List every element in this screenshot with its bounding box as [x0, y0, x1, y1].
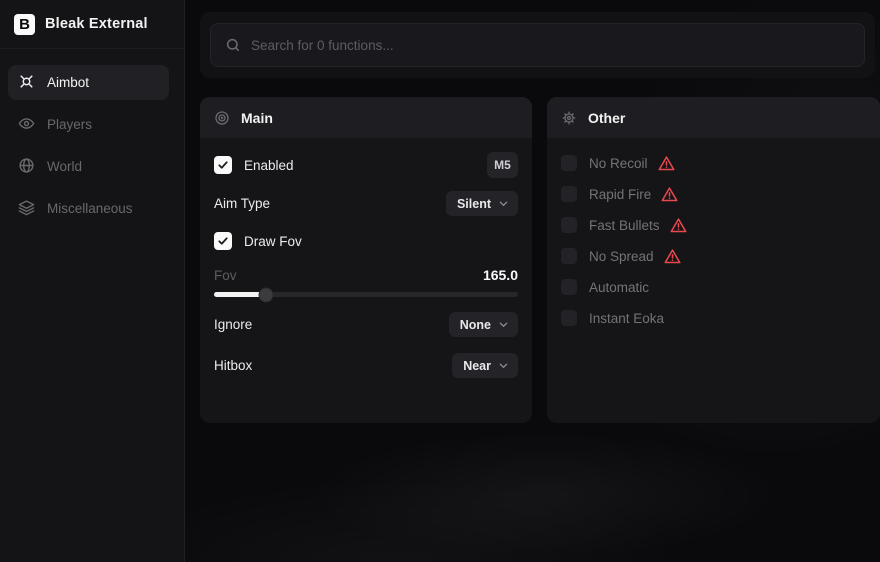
sidebar-item-label: Miscellaneous — [47, 201, 133, 216]
gear-icon — [561, 110, 577, 126]
warning-triangle-icon — [658, 155, 675, 172]
search-input-wrap[interactable] — [210, 23, 865, 67]
search-input[interactable] — [251, 38, 850, 53]
fov-slider — [214, 292, 518, 297]
fast-bullets-row: Fast Bullets — [561, 214, 866, 236]
rapid-fire-row: Rapid Fire — [561, 183, 866, 205]
fov-slider-thumb[interactable] — [258, 287, 273, 302]
hitbox-label: Hitbox — [214, 358, 252, 373]
automatic-row: Automatic — [561, 276, 866, 298]
no-spread-row: No Spread — [561, 245, 866, 267]
aim-type-value: Silent — [457, 197, 491, 211]
main-panel-body: Enabled M5 Aim Type Silent Draw Fov Fov … — [200, 138, 532, 390]
fast-bullets-label: Fast Bullets — [589, 218, 660, 233]
fast-bullets-checkbox[interactable] — [561, 217, 577, 233]
ignore-label: Ignore — [214, 317, 252, 332]
enabled-label: Enabled — [244, 158, 294, 173]
main-panel-header: Main — [200, 97, 532, 138]
search-panel — [200, 12, 875, 78]
main-panel-title: Main — [241, 110, 273, 126]
sidebar-item-label: Aimbot — [47, 75, 89, 90]
chevron-down-icon — [498, 360, 509, 371]
sidebar-item-world[interactable]: World — [8, 149, 169, 184]
other-panel-header: Other — [547, 97, 880, 138]
eye-icon — [18, 115, 35, 135]
sidebar-item-label: World — [47, 159, 82, 174]
sidebar-item-aimbot[interactable]: Aimbot — [8, 65, 169, 100]
hitbox-value: Near — [463, 359, 491, 373]
enabled-row: Enabled M5 — [214, 152, 518, 178]
other-panel-title: Other — [588, 110, 625, 126]
no-recoil-checkbox[interactable] — [561, 155, 577, 171]
hitbox-row: Hitbox Near — [214, 353, 518, 378]
no-recoil-row: No Recoil — [561, 152, 866, 174]
search-icon — [225, 37, 241, 53]
fov-row: Fov 165.0 — [214, 266, 518, 284]
instant-eoka-label: Instant Eoka — [589, 311, 664, 326]
aim-type-label: Aim Type — [214, 196, 270, 211]
target-icon — [214, 110, 230, 126]
sidebar: B Bleak External Aimbot Players — [0, 0, 185, 562]
enabled-checkbox[interactable] — [214, 156, 232, 174]
globe-icon — [18, 157, 35, 177]
fov-value: 165.0 — [483, 267, 518, 283]
draw-fov-row: Draw Fov — [214, 229, 518, 253]
layers-icon — [18, 199, 35, 219]
no-spread-checkbox[interactable] — [561, 248, 577, 264]
ignore-value: None — [460, 318, 491, 332]
fov-label: Fov — [214, 268, 237, 283]
draw-fov-checkbox[interactable] — [214, 232, 232, 250]
app-title: Bleak External — [45, 16, 148, 32]
warning-triangle-icon — [670, 217, 687, 234]
rapid-fire-checkbox[interactable] — [561, 186, 577, 202]
crosshair-icon — [18, 73, 35, 93]
main-panel: Main Enabled M5 Aim Type Silent — [200, 97, 532, 423]
ignore-row: Ignore None — [214, 312, 518, 337]
warning-triangle-icon — [661, 186, 678, 203]
instant-eoka-row: Instant Eoka — [561, 307, 866, 329]
chevron-down-icon — [498, 319, 509, 330]
aim-type-dropdown[interactable]: Silent — [446, 191, 518, 216]
draw-fov-label: Draw Fov — [244, 234, 302, 249]
no-spread-label: No Spread — [589, 249, 654, 264]
sidebar-nav: Aimbot Players World — [0, 49, 184, 226]
other-panel-body: No Recoil Rapid Fire Fast Bullets No Spr… — [547, 138, 880, 350]
hitbox-dropdown[interactable]: Near — [452, 353, 518, 378]
automatic-label: Automatic — [589, 280, 649, 295]
aim-type-row: Aim Type Silent — [214, 191, 518, 216]
app-logo: B — [14, 14, 35, 35]
sidebar-item-players[interactable]: Players — [8, 107, 169, 142]
ignore-dropdown[interactable]: None — [449, 312, 518, 337]
fov-slider-track[interactable] — [214, 292, 518, 297]
logo-letter: B — [19, 16, 30, 33]
instant-eoka-checkbox[interactable] — [561, 310, 577, 326]
sidebar-item-label: Players — [47, 117, 92, 132]
enabled-keybind-button[interactable]: M5 — [487, 152, 518, 178]
automatic-checkbox[interactable] — [561, 279, 577, 295]
sidebar-header: B Bleak External — [0, 0, 184, 49]
warning-triangle-icon — [664, 248, 681, 265]
no-recoil-label: No Recoil — [589, 156, 648, 171]
sidebar-item-miscellaneous[interactable]: Miscellaneous — [8, 191, 169, 226]
rapid-fire-label: Rapid Fire — [589, 187, 651, 202]
other-panel: Other No Recoil Rapid Fire Fast Bullets — [547, 97, 880, 423]
chevron-down-icon — [498, 198, 509, 209]
